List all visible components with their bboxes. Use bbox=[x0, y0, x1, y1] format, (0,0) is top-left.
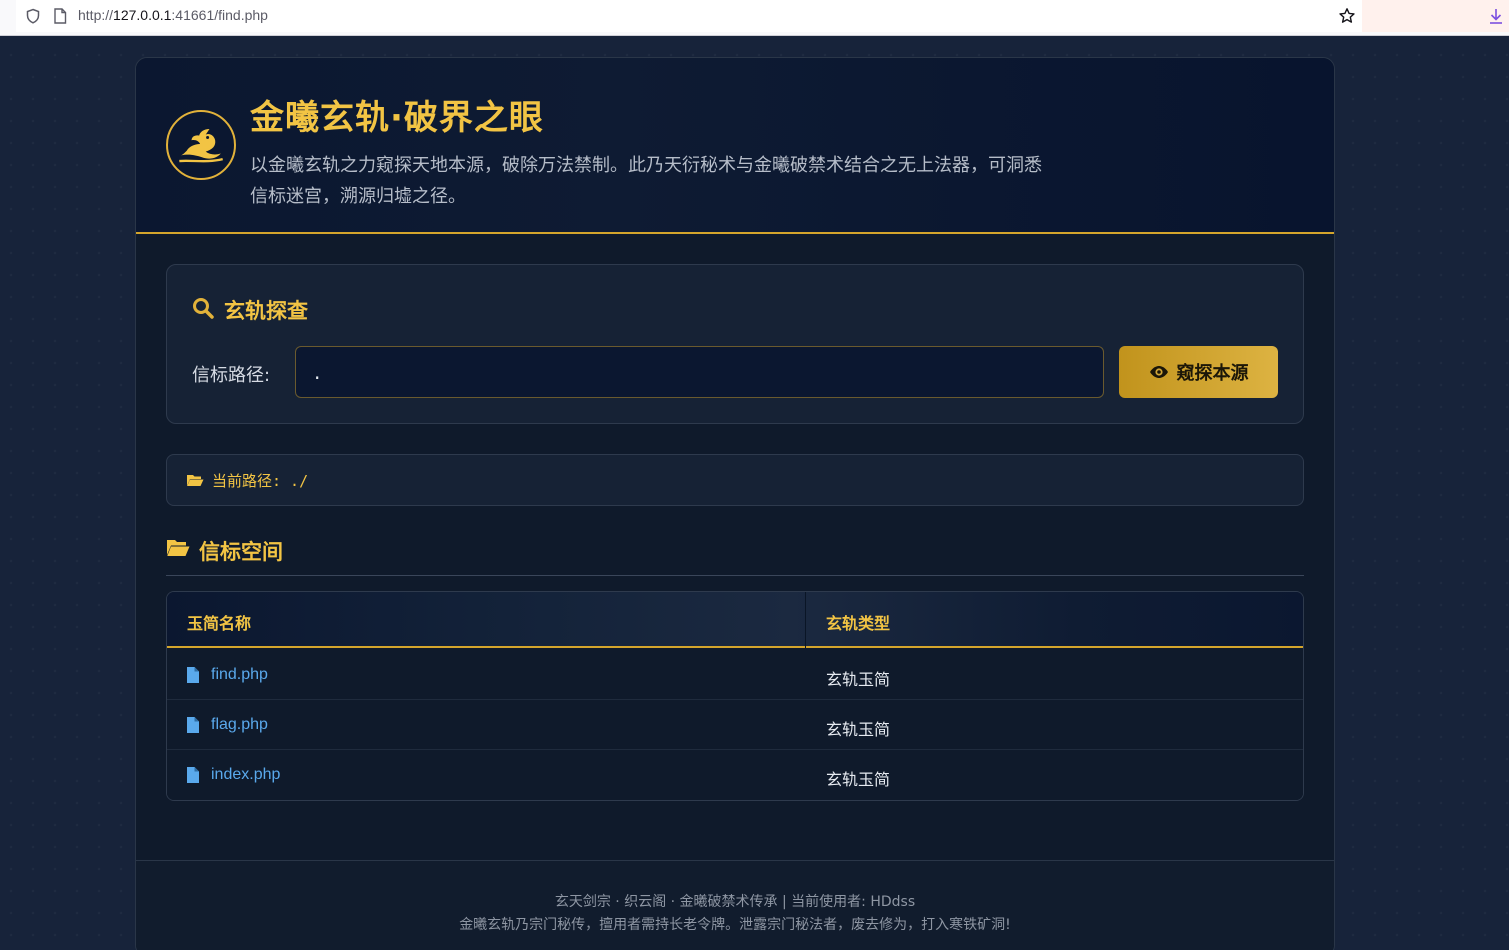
file-icon bbox=[187, 667, 199, 683]
page-header: 金曦玄轨·破界之眼 以金曦玄轨之力窥探天地本源，破除万法禁制。此乃天衍秘术与金曦… bbox=[136, 58, 1334, 234]
shield-icon[interactable] bbox=[25, 8, 41, 24]
current-path-text: 当前路径: ./ bbox=[212, 471, 309, 490]
dragon-logo-icon bbox=[166, 110, 236, 180]
page-icon[interactable] bbox=[53, 8, 67, 24]
search-panel: 玄轨探查 信标路径: 窥探本源 bbox=[166, 264, 1304, 424]
file-type: 玄轨玉简 bbox=[826, 670, 891, 689]
page-footer: 玄天剑宗 · 织云阁 · 金曦破禁术传承 | 当前使用者: HDdss 金曦玄轨… bbox=[136, 860, 1334, 950]
file-type: 玄轨玉简 bbox=[826, 770, 891, 789]
folder-icon bbox=[187, 475, 204, 486]
file-table: 玉简名称 玄轨类型 find.php 玄轨玉简 flag.php 玄轨玉简 in… bbox=[166, 591, 1304, 801]
file-link[interactable]: find.php bbox=[211, 666, 268, 684]
table-row: index.php 玄轨玉简 bbox=[167, 750, 1303, 800]
path-label: 信标路径: bbox=[192, 365, 271, 386]
file-type: 玄轨玉简 bbox=[826, 720, 891, 739]
column-divider bbox=[805, 592, 806, 648]
column-header-type: 玄轨类型 bbox=[826, 614, 891, 633]
table-row: find.php 玄轨玉简 bbox=[167, 650, 1303, 700]
browser-toolbar: http://127.0.0.1:41661/find.php bbox=[0, 0, 1509, 36]
file-link[interactable]: index.php bbox=[211, 766, 280, 784]
address-bar[interactable]: http://127.0.0.1:41661/find.php bbox=[16, 0, 1362, 32]
page-title: 金曦玄轨·破界之眼 bbox=[250, 98, 544, 138]
page-subtitle: 以金曦玄轨之力窥探天地本源，破除万法禁制。此乃天衍秘术与金曦破禁术结合之无上法器… bbox=[250, 155, 1042, 207]
file-icon bbox=[187, 717, 199, 733]
current-path-bar: 当前路径: ./ bbox=[166, 454, 1304, 506]
table-row: flag.php 玄轨玉简 bbox=[167, 700, 1303, 750]
section-title: 信标空间 bbox=[199, 540, 283, 564]
table-header: 玉简名称 玄轨类型 bbox=[167, 592, 1303, 648]
file-link[interactable]: flag.php bbox=[211, 716, 268, 734]
folder-open-icon bbox=[167, 540, 190, 556]
toolbar-right bbox=[1362, 0, 1509, 32]
probe-button[interactable]: 窥探本源 bbox=[1119, 346, 1278, 398]
download-icon[interactable] bbox=[1488, 7, 1504, 25]
main-card: 金曦玄轨·破界之眼 以金曦玄轨之力窥探天地本源，破除万法禁制。此乃天衍秘术与金曦… bbox=[135, 57, 1335, 950]
footer-warning: 金曦玄轨乃宗门秘传，擅用者需持长老令牌。泄露宗门秘法者，废去修为，打入寒铁矿洞! bbox=[459, 917, 1011, 933]
url-rest: :41661/find.php bbox=[171, 7, 268, 23]
search-icon bbox=[193, 298, 214, 319]
file-icon bbox=[187, 767, 199, 783]
column-header-name: 玉简名称 bbox=[187, 614, 252, 633]
url-prefix: http:// bbox=[78, 7, 114, 23]
url-text[interactable]: http://127.0.0.1:41661/find.php bbox=[78, 7, 268, 23]
eye-icon bbox=[1149, 366, 1168, 378]
section-header: 信标空间 bbox=[166, 536, 1304, 576]
path-input[interactable] bbox=[295, 346, 1104, 398]
panel-title: 玄轨探查 bbox=[224, 299, 308, 323]
star-icon[interactable] bbox=[1338, 7, 1356, 25]
footer-credits: 玄天剑宗 · 织云阁 · 金曦破禁术传承 | 当前使用者: HDdss bbox=[554, 894, 916, 910]
probe-button-label: 窥探本源 bbox=[1176, 363, 1249, 384]
url-host: 127.0.0.1 bbox=[113, 7, 172, 23]
